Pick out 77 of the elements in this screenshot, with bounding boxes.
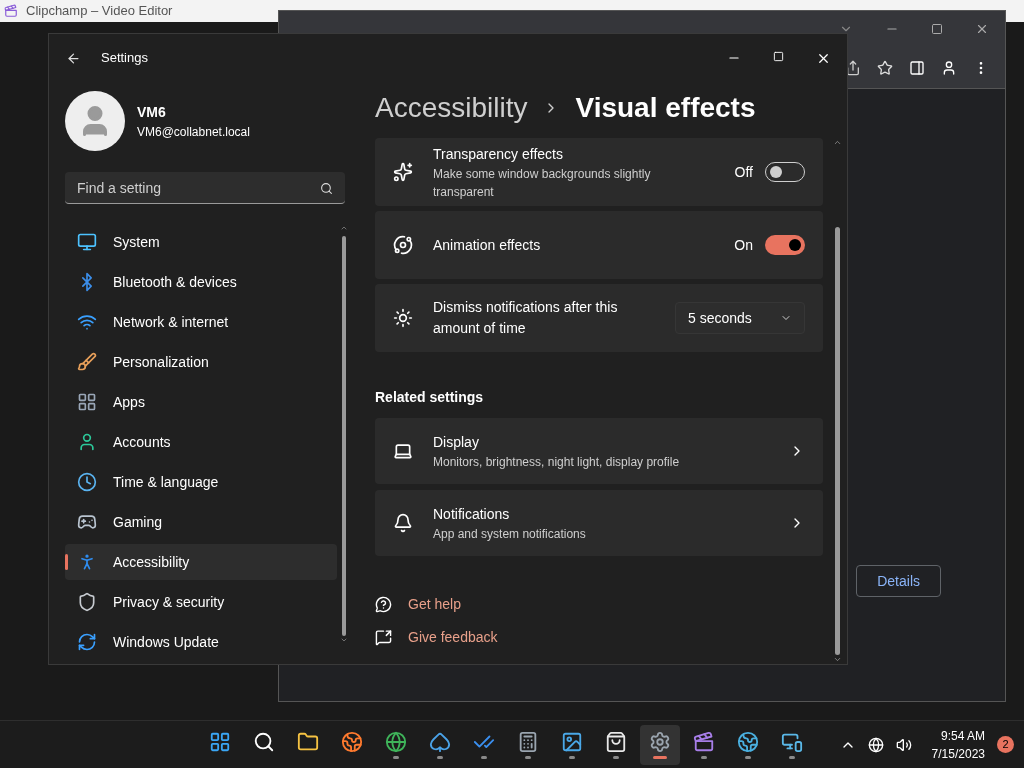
clapperboard-icon — [693, 730, 715, 753]
sparkle-frame-icon — [393, 162, 413, 182]
bell-icon — [393, 513, 413, 533]
shopping-bag-icon — [605, 730, 627, 753]
sidebar-item[interactable]: Network & internet — [65, 304, 337, 340]
sidebar-item[interactable]: Windows Update — [65, 624, 337, 660]
setting-title: Notifications — [433, 504, 511, 524]
setting-description: Monitors, brightness, night light, display profile — [433, 453, 681, 471]
breadcrumb-link[interactable]: Accessibility — [375, 87, 528, 129]
clock-date[interactable]: 7/15/2023 — [931, 744, 985, 763]
update-arrows-icon — [77, 632, 97, 652]
user-name: VM6 — [137, 102, 167, 122]
search-icon — [253, 730, 275, 753]
toggle-switch[interactable] — [765, 235, 805, 255]
profile-icon[interactable] — [941, 59, 957, 76]
scrollbar[interactable] — [833, 138, 841, 664]
speaker-icon[interactable] — [895, 736, 912, 753]
setting-title: Dismiss notifications after this amount of time — [433, 298, 619, 338]
scroll-down-icon[interactable] — [832, 655, 842, 664]
shield-icon — [77, 592, 97, 612]
feedback-icon — [375, 629, 392, 646]
monitor-icon — [77, 232, 97, 252]
calculator-icon — [517, 730, 539, 753]
settings-icon — [649, 730, 671, 753]
setting-description: Make some window backgrounds slightly transparent — [433, 165, 652, 201]
person-icon — [77, 432, 97, 452]
maximize-icon[interactable] — [931, 23, 943, 35]
help-link[interactable]: Give feedback — [408, 627, 498, 648]
apps-grid-icon — [77, 392, 97, 412]
related-setting-card[interactable]: Display Monitors, brightness, night light, display profile — [375, 418, 823, 484]
wifi-icon — [77, 312, 97, 332]
setting-title: Transparency effects — [433, 144, 564, 164]
sidebar-item[interactable]: Accounts — [65, 424, 337, 460]
scroll-up-icon[interactable] — [832, 138, 842, 147]
notification-count[interactable]: 2 — [997, 736, 1014, 753]
sidebar-item[interactable]: Apps — [65, 384, 337, 420]
clapperboard-icon — [4, 4, 18, 18]
search-field[interactable]: Find a setting — [65, 172, 345, 204]
share-icon[interactable] — [845, 59, 861, 76]
side-panel-icon[interactable] — [909, 59, 925, 76]
window-title: Settings — [101, 49, 148, 68]
taskbar-app-button[interactable] — [640, 724, 680, 765]
toggle-state-label: Off — [734, 162, 753, 182]
sidebar-item[interactable]: Personalization — [65, 344, 337, 380]
laptop-icon — [393, 441, 413, 461]
duration-dropdown[interactable]: 5 seconds — [675, 302, 805, 334]
setting-description: App and system notifications — [433, 525, 587, 543]
page-title: Visual effects — [575, 91, 756, 125]
sun-icon — [393, 308, 413, 328]
user-email: VM6@collabnet.local — [137, 123, 250, 141]
window-title: Clipchamp – Video Editor — [26, 2, 173, 21]
brush-icon — [77, 352, 97, 372]
gamepad-icon — [77, 512, 97, 532]
picture-icon — [561, 730, 583, 753]
setting-title: Display — [433, 432, 480, 452]
toggle-state-label: On — [734, 235, 753, 255]
scroll-down-icon[interactable] — [340, 636, 348, 644]
sidebar-item[interactable]: System — [65, 224, 337, 260]
sidebar-item[interactable]: Gaming — [65, 504, 337, 540]
search-icon — [320, 182, 333, 195]
folder-icon — [297, 730, 319, 753]
windows-logo-icon — [209, 730, 231, 753]
help-link[interactable]: Get help — [408, 594, 461, 615]
related-setting-card[interactable]: Notifications App and system notifications — [375, 490, 823, 556]
sidebar-item[interactable]: Privacy & security — [65, 584, 337, 620]
sidebar-item[interactable]: Accessibility — [65, 544, 337, 580]
sidebar-item[interactable]: Time & language — [65, 464, 337, 500]
scroll-up-icon[interactable] — [340, 224, 348, 232]
animation-icon — [393, 235, 413, 255]
network-globe-icon[interactable] — [867, 736, 884, 753]
setting-title: Animation effects — [433, 235, 542, 255]
details-button[interactable]: Details — [856, 565, 941, 597]
sidebar-item[interactable]: Bluetooth & devices — [65, 264, 337, 300]
section-heading: Related settings — [375, 388, 485, 407]
help-icon — [375, 596, 392, 613]
clock-time[interactable]: 9:54 AM — [940, 726, 985, 745]
bookmark-star-icon[interactable] — [877, 59, 893, 76]
